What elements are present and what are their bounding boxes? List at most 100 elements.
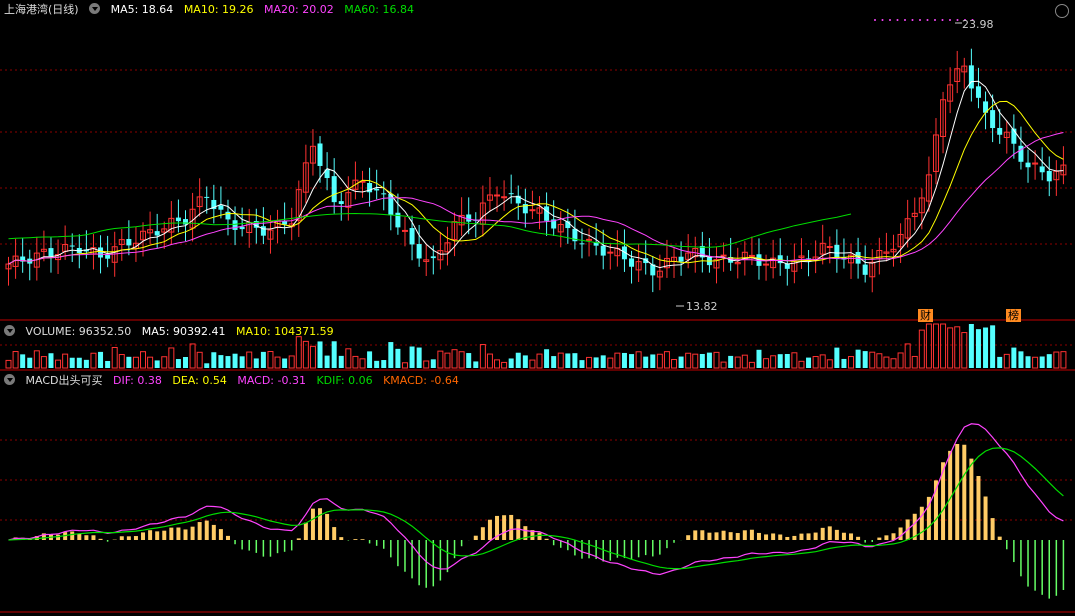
- volume-bar-down: [239, 356, 245, 368]
- chart-canvas[interactable]: [0, 0, 1075, 613]
- volume-bar-up: [848, 356, 855, 369]
- volume-bar-down: [204, 363, 210, 368]
- volume-ma5-label: MA5: 90392.41: [141, 325, 226, 338]
- volume-bar-up: [90, 352, 97, 369]
- volume-bar-up: [940, 323, 947, 369]
- volume-bar-up: [932, 323, 939, 369]
- volume-bar-up: [196, 351, 203, 369]
- volume-dropdown-icon[interactable]: [4, 325, 15, 336]
- volume-bar-up: [189, 343, 196, 369]
- candle-body-down: [204, 196, 210, 198]
- volume-bar-up: [904, 343, 911, 369]
- high-price-label: 23.98: [962, 18, 994, 31]
- volume-bar-down: [862, 351, 868, 368]
- volume-bar-down: [416, 347, 422, 368]
- volume-bar-up: [12, 351, 19, 369]
- candle-body-down: [544, 206, 550, 221]
- candle-body-down: [862, 264, 868, 275]
- candle-body-down: [331, 176, 337, 203]
- candle-body-up: [501, 196, 508, 199]
- macd-label: MACD: -0.31: [237, 374, 306, 387]
- volume-bar-up: [309, 345, 316, 369]
- volume-bar-down: [253, 358, 259, 368]
- volume-bar-down: [27, 357, 33, 368]
- volume-bar-down: [593, 357, 599, 368]
- volume-bar-up: [479, 344, 486, 369]
- volume-bar-down: [629, 354, 635, 368]
- volume-bar-up: [663, 351, 670, 369]
- volume-bar-down: [728, 355, 734, 368]
- event-tag-finance[interactable]: 财: [918, 309, 933, 322]
- dif-line: [8, 423, 1064, 576]
- volume-bar-up: [536, 353, 543, 369]
- volume-bar-down: [1039, 356, 1045, 368]
- volume-bar-up: [352, 355, 359, 369]
- volume-bar-down: [777, 354, 783, 368]
- volume-bar-up: [147, 356, 154, 369]
- volume-bar-up: [55, 359, 62, 369]
- volume-bar-down: [997, 356, 1003, 368]
- volume-bar-up: [812, 356, 819, 369]
- volume-bar-down: [260, 351, 266, 368]
- volume-bar-up: [1032, 356, 1039, 369]
- signal-dot: [904, 19, 906, 21]
- moving-averages: [8, 80, 1064, 269]
- volume-bar-up: [925, 323, 932, 369]
- candle-body-down: [381, 193, 387, 195]
- macd-name: MACD出头可买: [25, 374, 103, 387]
- volume-label: VOLUME: 96352.50: [25, 325, 132, 338]
- volume-bar-down: [331, 341, 337, 368]
- volume-bar-up: [345, 348, 352, 369]
- candle-body-down: [48, 248, 54, 257]
- volume-bar-up: [770, 355, 777, 369]
- volume-bar-up: [295, 336, 302, 369]
- macd-dropdown-icon[interactable]: [4, 374, 15, 385]
- event-tag-ranking[interactable]: 榜: [1006, 309, 1021, 322]
- volume-bar-down: [990, 325, 996, 368]
- volume-bar-up: [458, 351, 465, 369]
- settings-icon[interactable]: [1055, 4, 1069, 18]
- volume-bar-down: [282, 358, 288, 368]
- stock-chart-stage: 上海港湾(日线) MA5: 18.64 MA10: 19.26 MA20: 20…: [0, 0, 1075, 613]
- volume-bar-up: [288, 355, 295, 369]
- ma60-line: [8, 212, 852, 248]
- volume-bar-up: [132, 356, 139, 369]
- dropdown-icon[interactable]: [89, 3, 101, 14]
- signal-dot: [881, 19, 884, 21]
- volume-bar-down: [338, 355, 344, 368]
- volume-bar-up: [890, 358, 897, 369]
- ma5-label: MA5: 18.64: [110, 3, 174, 16]
- volume-bar-down: [706, 352, 712, 368]
- dea-line: [8, 447, 1064, 570]
- ma5-line: [8, 80, 1064, 269]
- volume-bar-down: [20, 354, 26, 368]
- volume-bar-down: [621, 352, 627, 368]
- volume-bar-up: [168, 347, 175, 369]
- candle-body-down: [239, 226, 245, 230]
- volume-bar-up: [720, 361, 727, 369]
- candle-body-down: [232, 220, 238, 230]
- volume-bar-down: [367, 351, 373, 368]
- volume-bar-down: [48, 353, 54, 368]
- candle-body-up: [586, 238, 593, 241]
- volume-bar-down: [211, 352, 217, 368]
- dif-label: DIF: 0.38: [112, 374, 162, 387]
- volume-bar-down: [175, 359, 181, 368]
- volume-bar-up: [40, 356, 47, 369]
- volume-bar-up: [140, 351, 147, 369]
- chart-title[interactable]: 上海港湾(日线): [4, 3, 79, 16]
- signal-dot: [919, 19, 921, 21]
- volume-bar-up: [954, 326, 961, 369]
- volume-bar-down: [508, 358, 514, 368]
- volume-ma10-label: MA10: 104371.59: [235, 325, 334, 338]
- volume-bar-down: [83, 359, 89, 368]
- volume-bar-up: [118, 354, 125, 369]
- volume-bar-down: [324, 355, 330, 368]
- volume-bar-up: [734, 356, 741, 369]
- volume-bar-up: [451, 349, 458, 369]
- volume-bar-down: [430, 359, 436, 368]
- volume-bar-down: [466, 353, 472, 368]
- candle-body-down: [1046, 170, 1052, 182]
- candle-body-down: [69, 245, 75, 247]
- volume-bar-down: [317, 341, 323, 368]
